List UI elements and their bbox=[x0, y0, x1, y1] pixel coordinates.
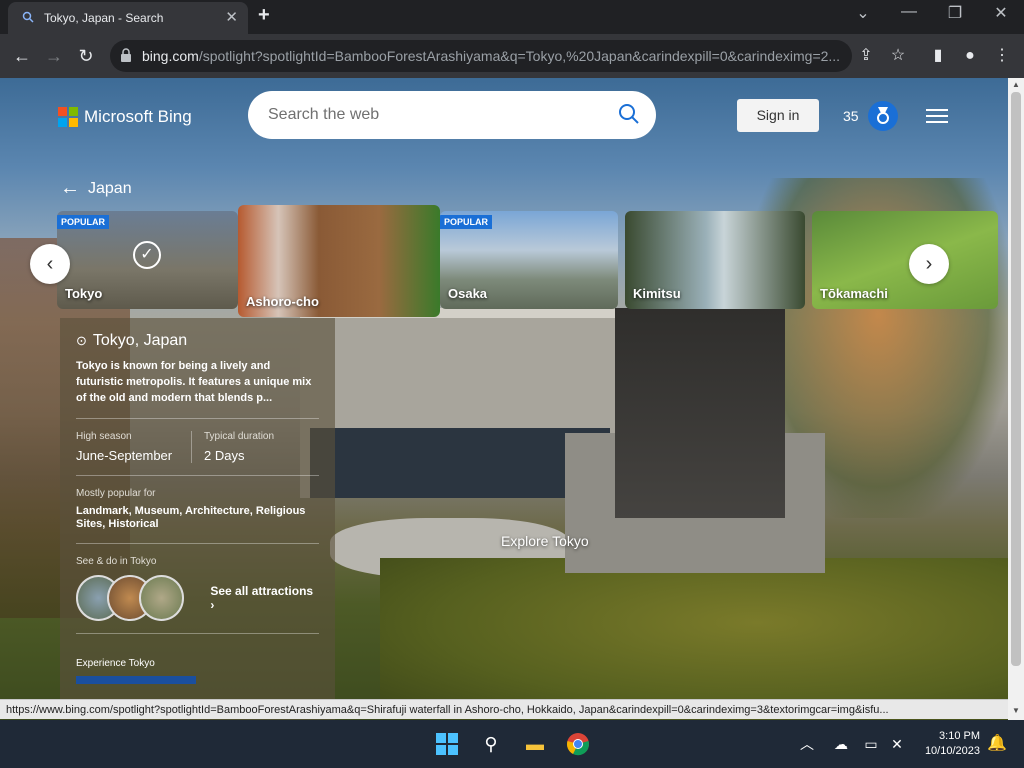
forward-icon[interactable]: → bbox=[40, 42, 68, 70]
search-input[interactable] bbox=[268, 103, 608, 127]
carousel-prev-button[interactable]: ‹ bbox=[30, 244, 70, 284]
rewards-medal-icon[interactable] bbox=[868, 101, 898, 131]
typical-duration: Typical duration 2 Days bbox=[191, 431, 319, 463]
card-label: Ashoro-cho bbox=[246, 294, 319, 309]
restore-icon[interactable]: ❐ bbox=[940, 3, 970, 23]
card-label: Kimitsu bbox=[633, 286, 681, 301]
close-window-icon[interactable]: ✕ bbox=[986, 3, 1016, 23]
scroll-up-icon[interactable]: ▲ bbox=[1012, 80, 1020, 89]
popular-for-value: Landmark, Museum, Architecture, Religiou… bbox=[76, 505, 306, 530]
sign-in-button[interactable]: Sign in bbox=[737, 99, 819, 132]
bronze-statue bbox=[615, 308, 785, 518]
background-hedge bbox=[380, 558, 1008, 720]
destination-card-kimitsu[interactable]: Kimitsu bbox=[625, 211, 805, 309]
lock-icon bbox=[121, 48, 131, 62]
bookmark-star-icon[interactable]: ☆ bbox=[884, 42, 912, 70]
tab-search-icon[interactable]: ⌄ bbox=[848, 3, 878, 23]
bing-logo[interactable]: Microsoft Bing bbox=[58, 106, 192, 128]
card-label: Osaka bbox=[448, 286, 488, 301]
experience-label: Experience Tokyo bbox=[76, 658, 155, 669]
breadcrumb-label: Japan bbox=[88, 179, 132, 197]
experience-card-preview[interactable] bbox=[76, 676, 196, 684]
share-icon[interactable]: ⇪ bbox=[852, 42, 880, 70]
explore-tokyo-link[interactable]: Explore Tokyo bbox=[501, 533, 589, 549]
tab-title: Tokyo, Japan - Search bbox=[44, 11, 164, 25]
location-description[interactable]: Tokyo is known for being a lively and fu… bbox=[76, 358, 319, 406]
clock-time: 3:10 PM bbox=[939, 730, 980, 742]
location-name: Tokyo, Japan bbox=[92, 332, 188, 349]
carousel-next-button[interactable]: › bbox=[909, 244, 949, 284]
popular-badge: POPULAR bbox=[440, 215, 493, 229]
scrollbar-thumb[interactable] bbox=[1011, 92, 1021, 666]
close-tab-icon[interactable]: ✕ bbox=[225, 8, 238, 26]
back-arrow-icon: ← bbox=[60, 177, 80, 199]
browser-tab[interactable]: Tokyo, Japan - Search ✕ bbox=[8, 2, 248, 34]
url-text: bing.com/spotlight?spotlightId=BambooFor… bbox=[142, 48, 841, 64]
divider bbox=[76, 475, 319, 476]
see-do-label: See & do in Tokyo bbox=[76, 556, 157, 567]
chrome-icon[interactable] bbox=[563, 729, 593, 759]
browser-toolbar: ← → ↻ bing.com/spotlight?spotlightId=Bam… bbox=[0, 34, 1024, 78]
destination-card-osaka[interactable]: POPULAR Osaka bbox=[440, 211, 618, 309]
back-icon[interactable]: ← bbox=[8, 42, 36, 70]
divider bbox=[76, 418, 319, 419]
page-scrollbar[interactable]: ▲ ▼ bbox=[1008, 78, 1024, 720]
status-bar-url: https://www.bing.com/spotlight?spotlight… bbox=[0, 699, 1008, 719]
location-pin-icon: ⊙ bbox=[76, 333, 87, 348]
taskbar-clock[interactable]: 3:10 PM 10/10/2023 bbox=[918, 729, 980, 759]
notification-bell-icon[interactable]: 🔔 bbox=[982, 729, 1012, 759]
attractions-row: See all attractions › bbox=[76, 575, 319, 621]
address-bar[interactable]: bing.com/spotlight?spotlightId=BambooFor… bbox=[110, 40, 852, 72]
new-tab-button[interactable]: + bbox=[258, 4, 270, 27]
destination-card-tokyo[interactable]: POPULAR ✓ Tokyo bbox=[57, 211, 238, 309]
breadcrumb[interactable]: ← Japan bbox=[60, 177, 132, 200]
destination-card-ashoro-cho[interactable]: Ashoro-cho bbox=[238, 205, 440, 317]
duration-label: Typical duration bbox=[204, 431, 275, 442]
high-season-value: June-September bbox=[76, 448, 173, 463]
card-label: Tōkamachi bbox=[820, 286, 888, 301]
windows-start-icon[interactable] bbox=[432, 729, 462, 759]
onedrive-icon[interactable]: ☁ bbox=[826, 729, 856, 759]
search-icon[interactable] bbox=[618, 103, 640, 125]
tab-strip: Tokyo, Japan - Search ✕ + ⌄ — ❐ ✕ bbox=[0, 0, 1024, 34]
destination-info-panel: ⊙ Tokyo, Japan Tokyo is known for being … bbox=[60, 318, 335, 720]
minimize-icon[interactable]: — bbox=[894, 3, 924, 21]
high-season: High season June-September bbox=[76, 431, 191, 463]
search-taskbar-icon[interactable]: ⚲ bbox=[476, 729, 506, 759]
destination-card-tokamachi[interactable]: Tōkamachi bbox=[812, 211, 998, 309]
volume-muted-icon[interactable]: ✕ bbox=[882, 729, 912, 759]
profile-icon[interactable]: ● bbox=[956, 42, 984, 70]
file-explorer-icon[interactable]: ▬ bbox=[520, 729, 550, 759]
search-box[interactable] bbox=[248, 91, 656, 139]
tray-chevron-icon[interactable]: ︿ bbox=[792, 729, 822, 759]
popular-for-label: Mostly popular for bbox=[76, 488, 156, 499]
attraction-thumbnail[interactable] bbox=[138, 575, 185, 621]
duration-value: 2 Days bbox=[204, 448, 245, 463]
reload-icon[interactable]: ↻ bbox=[72, 42, 100, 70]
see-all-attractions-link[interactable]: See all attractions › bbox=[210, 584, 319, 612]
card-label: Tokyo bbox=[65, 286, 103, 301]
bing-spotlight-page: Microsoft Bing Sign in 35 ← Japan POPULA… bbox=[0, 78, 1008, 720]
scroll-down-icon[interactable]: ▼ bbox=[1012, 706, 1020, 715]
high-season-label: High season bbox=[76, 431, 132, 442]
side-panel-icon[interactable]: ▮ bbox=[924, 42, 952, 70]
search-favicon-icon bbox=[22, 11, 34, 23]
divider bbox=[76, 543, 319, 544]
menu-dots-icon[interactable]: ⋮ bbox=[988, 42, 1016, 70]
location-heading: ⊙ Tokyo, Japan bbox=[76, 332, 319, 350]
microsoft-logo-icon bbox=[58, 107, 78, 127]
season-duration-row: High season June-September Typical durat… bbox=[76, 431, 319, 463]
clock-date: 10/10/2023 bbox=[924, 745, 980, 757]
hamburger-menu-icon[interactable] bbox=[926, 109, 948, 123]
divider bbox=[76, 633, 319, 634]
popular-badge: POPULAR bbox=[57, 215, 110, 229]
logo-text: Microsoft Bing bbox=[84, 107, 192, 126]
rewards-points[interactable]: 35 bbox=[843, 108, 859, 124]
windows-taskbar: ⚲ ▬ ︿ ☁ ▭ ✕ 3:10 PM 10/10/2023 🔔 bbox=[0, 720, 1024, 768]
selected-check-icon: ✓ bbox=[133, 241, 161, 269]
